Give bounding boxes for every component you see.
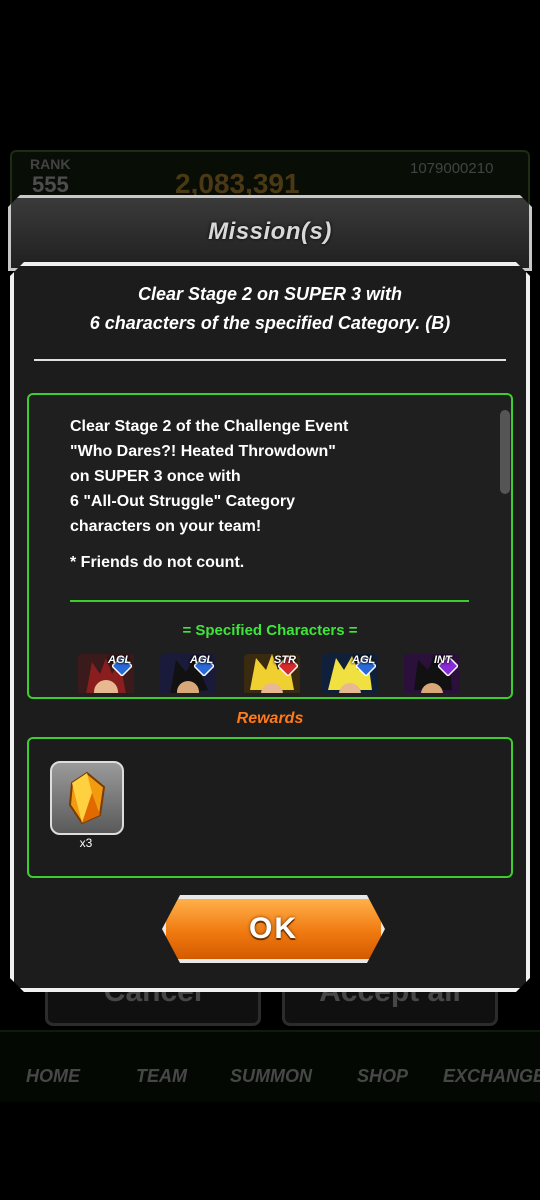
character-5[interactable]: INT	[404, 654, 460, 693]
mission-title: Clear Stage 2 on SUPER 3 with 6 characte…	[20, 280, 520, 338]
nav-team: TEAM	[136, 1066, 187, 1086]
rank-label: RANK	[30, 156, 71, 172]
nav-exchange: EXCHANGE	[443, 1066, 540, 1086]
reward-item[interactable]	[50, 761, 124, 835]
page-title: Mission(s)	[208, 218, 332, 245]
nav-shop: SHOP	[357, 1066, 409, 1086]
mission-title-line2: 6 characters of the specified Category. …	[89, 313, 451, 333]
rank-value: 555	[32, 172, 69, 197]
nav-summon: SUMMON	[230, 1066, 312, 1086]
ok-button[interactable]: OK	[162, 895, 385, 963]
scrollbar[interactable]	[500, 410, 510, 494]
mission-note: * Friends do not count.	[70, 554, 245, 571]
nav-home: HOME	[26, 1066, 80, 1086]
specified-characters-title: = Specified Characters =	[182, 622, 358, 639]
character-type: AGL	[190, 654, 214, 666]
character-1[interactable]: AGL	[78, 654, 134, 693]
description-divider	[70, 600, 469, 602]
character-type: AGL	[108, 654, 132, 666]
ok-button-label: OK	[249, 912, 298, 945]
title-divider	[34, 359, 506, 361]
character-2[interactable]: AGL	[160, 654, 216, 693]
specified-characters-row: AGL AGL STR AGL INT	[78, 650, 478, 693]
mission-title-line1: Clear Stage 2 on SUPER 3 with	[137, 284, 403, 304]
dragon-stone-icon	[68, 771, 106, 825]
character-type: STR	[274, 654, 296, 666]
character-3[interactable]: STR	[244, 654, 300, 693]
mission-description: Clear Stage 2 of the Challenge Event "Wh…	[70, 418, 349, 535]
character-type: AGL	[352, 654, 376, 666]
reward-count: x3	[79, 836, 93, 850]
character-4[interactable]: AGL	[322, 654, 378, 693]
rewards-label: Rewards	[236, 710, 304, 727]
character-type: INT	[434, 654, 452, 666]
player-id: 1079000210	[410, 160, 494, 177]
